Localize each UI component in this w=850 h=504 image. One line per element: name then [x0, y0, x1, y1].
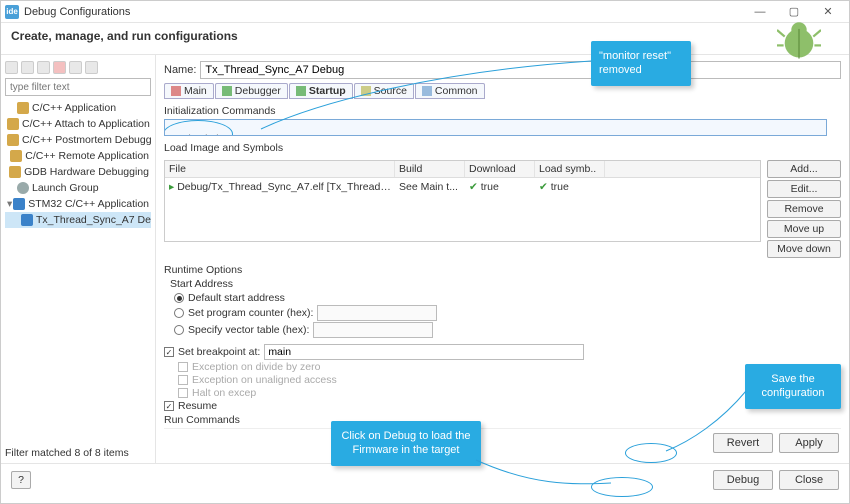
breakpoint-input[interactable] — [264, 344, 584, 360]
tab-debugger[interactable]: Debugger — [215, 83, 288, 99]
config-type-icon — [17, 182, 29, 194]
debug-button[interactable]: Debug — [713, 470, 773, 490]
close-dialog-button[interactable]: Close — [779, 470, 839, 490]
config-type-icon — [13, 198, 25, 210]
tab-common[interactable]: Common — [415, 83, 485, 99]
delete-icon[interactable] — [53, 61, 66, 74]
filter-input[interactable] — [5, 78, 151, 96]
tab-icon — [222, 86, 232, 96]
window-title: Debug Configurations — [24, 6, 743, 18]
config-type-icon — [10, 150, 22, 162]
help-button[interactable]: ? — [11, 471, 31, 489]
vector-hex-input[interactable] — [313, 322, 433, 338]
tree-item[interactable]: C/C++ Remote Application — [5, 148, 151, 164]
sidebar: C/C++ ApplicationC/C++ Attach to Applica… — [1, 55, 156, 463]
add-button[interactable]: Add... — [767, 160, 841, 178]
config-type-icon — [9, 166, 21, 178]
check-halt-exc — [178, 388, 188, 398]
dup-config-icon[interactable] — [21, 61, 34, 74]
config-type-icon — [21, 214, 33, 226]
page-title: Create, manage, and run configurations — [1, 23, 849, 47]
runtime-title: Runtime Options — [164, 264, 841, 276]
config-type-icon — [7, 134, 19, 146]
tab-startup[interactable]: Startup — [289, 83, 353, 99]
edit-button[interactable]: Edit... — [767, 180, 841, 198]
start-address-label: Start Address — [170, 278, 841, 290]
remove-button[interactable]: Remove — [767, 200, 841, 218]
name-input[interactable] — [200, 61, 841, 79]
tab-icon — [296, 86, 306, 96]
dialog-footer: ? Debug Close — [1, 463, 849, 496]
col-build[interactable]: Build — [395, 161, 465, 177]
revert-button[interactable]: Revert — [713, 433, 773, 453]
tab-icon — [422, 86, 432, 96]
table-row[interactable]: ▸ Debug/Tx_Thread_Sync_A7.elf [Tx_Thread… — [165, 178, 760, 196]
collapse-icon[interactable] — [69, 61, 82, 74]
tab-bar: MainDebuggerStartupSourceCommon — [164, 83, 841, 99]
radio-vector-hex[interactable] — [174, 325, 184, 335]
radio-default-start[interactable] — [174, 293, 184, 303]
titlebar: ide Debug Configurations — ▢ ✕ — [1, 1, 849, 23]
export-icon[interactable] — [37, 61, 50, 74]
debug-config-window: ide Debug Configurations — ▢ ✕ Create, m… — [0, 0, 850, 504]
sidebar-toolbar — [5, 59, 151, 78]
new-config-icon[interactable] — [5, 61, 18, 74]
run-commands-label: Run Commands — [164, 414, 841, 426]
load-section-label: Load Image and Symbols — [164, 142, 841, 154]
pc-hex-input[interactable] — [317, 305, 437, 321]
moveup-button[interactable]: Move up — [767, 220, 841, 238]
tree-item[interactable]: C/C++ Postmortem Debugger — [5, 132, 151, 148]
name-label: Name: — [164, 64, 196, 76]
config-type-icon — [7, 118, 19, 130]
tab-main[interactable]: Main — [164, 83, 214, 99]
tree-item[interactable]: ▾STM32 C/C++ Application — [5, 196, 151, 212]
col-download[interactable]: Download — [465, 161, 535, 177]
image-symbols-table[interactable]: File Build Download Load symb.. ▸ Debug/… — [164, 160, 761, 242]
tree-item[interactable]: GDB Hardware Debugging — [5, 164, 151, 180]
tab-icon — [361, 86, 371, 96]
callout-monitor-reset: "monitor reset" removed — [591, 41, 691, 86]
tree-item[interactable]: C/C++ Attach to Application — [5, 116, 151, 132]
init-commands-label: Initialization Commands — [164, 105, 841, 117]
filter-matched-label: Filter matched 8 of 8 items — [5, 441, 151, 459]
callout-click-debug: Click on Debug to load the Firmware in t… — [331, 421, 481, 466]
filter-icon[interactable] — [85, 61, 98, 74]
init-line-text: monitor halt — [169, 134, 221, 136]
tree-item[interactable]: Tx_Thread_Sync_A7 Debug — [5, 212, 151, 228]
check-div-zero — [178, 362, 188, 372]
tree-item[interactable]: C/C++ Application — [5, 100, 151, 116]
minimize-button[interactable]: — — [743, 2, 777, 22]
tree-item[interactable]: Launch Group — [5, 180, 151, 196]
radio-pc-hex[interactable] — [174, 308, 184, 318]
bug-background-icon — [777, 19, 821, 63]
tab-source[interactable]: Source — [354, 83, 414, 99]
check-breakpoint[interactable]: ✓ — [164, 347, 174, 357]
movedown-button[interactable]: Move down — [767, 240, 841, 258]
col-loadsym[interactable]: Load symb.. — [535, 161, 605, 177]
config-tree: C/C++ ApplicationC/C++ Attach to Applica… — [5, 100, 151, 228]
check-unaligned — [178, 375, 188, 385]
ide-icon: ide — [5, 5, 19, 19]
annotation-ellipse-debug — [591, 477, 653, 497]
tab-icon — [171, 86, 181, 96]
col-file[interactable]: File — [165, 161, 395, 177]
check-resume[interactable]: ✓ — [164, 401, 174, 411]
config-type-icon — [17, 102, 29, 114]
callout-save-config: Save the configuration — [745, 364, 841, 409]
apply-button[interactable]: Apply — [779, 433, 839, 453]
init-commands-textarea[interactable]: monitor halt — [164, 119, 827, 136]
annotation-ellipse-apply — [625, 443, 677, 463]
